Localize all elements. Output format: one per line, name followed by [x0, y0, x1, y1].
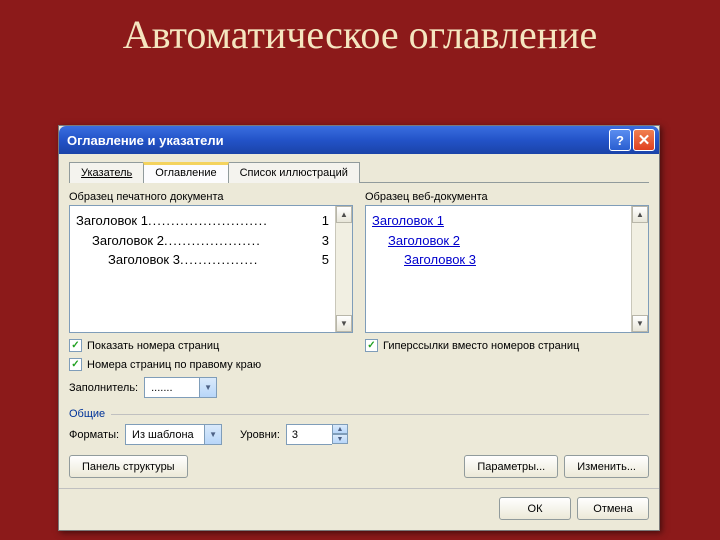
leader-label: Заполнитель:	[69, 382, 138, 394]
checkbox-show-pages[interactable]: ✓	[69, 339, 82, 352]
web-preview: Заголовок 1 Заголовок 2 Заголовок 3 ▲▼	[365, 205, 649, 333]
scrollbar[interactable]: ▲▼	[631, 206, 648, 332]
right-align-label: Номера страниц по правому краю	[87, 359, 261, 371]
tab-toc[interactable]: Оглавление	[143, 162, 228, 183]
print-preview: Заголовок 1..........................1 З…	[69, 205, 353, 333]
ok-button[interactable]: ОК	[499, 497, 571, 520]
chevron-down-icon[interactable]: ▼	[204, 425, 221, 444]
spin-up-icon[interactable]: ▲	[332, 424, 348, 434]
help-button[interactable]: ?	[609, 129, 631, 151]
scrollbar[interactable]: ▲▼	[335, 206, 352, 332]
checkbox-right-align[interactable]: ✓	[69, 358, 82, 371]
cancel-button[interactable]: Отмена	[577, 497, 649, 520]
chevron-down-icon[interactable]: ▼	[199, 378, 216, 397]
levels-label: Уровни:	[240, 429, 280, 441]
close-button[interactable]: ✕	[633, 129, 655, 151]
outline-button[interactable]: Панель структуры	[69, 455, 188, 478]
levels-input[interactable]: 3	[286, 424, 332, 445]
tab-strip: Указатель Оглавление Список иллюстраций	[69, 162, 649, 183]
leader-combo[interactable]: .......▼	[144, 377, 217, 398]
show-pages-label: Показать номера страниц	[87, 340, 219, 352]
group-general: Общие	[69, 408, 649, 420]
scroll-up-icon[interactable]: ▲	[632, 206, 648, 223]
print-preview-label: Образец печатного документа	[69, 191, 353, 203]
spin-down-icon[interactable]: ▼	[332, 434, 348, 444]
checkbox-hyperlinks[interactable]: ✓	[365, 339, 378, 352]
modify-button[interactable]: Изменить...	[564, 455, 649, 478]
scroll-up-icon[interactable]: ▲	[336, 206, 352, 223]
dialog-title: Оглавление и указатели	[63, 133, 609, 148]
tab-figures[interactable]: Список иллюстраций	[228, 162, 360, 183]
web-preview-label: Образец веб-документа	[365, 191, 649, 203]
slide-title: Автоматическое оглавление	[0, 0, 720, 58]
titlebar: Оглавление и указатели ? ✕	[59, 126, 659, 154]
params-button[interactable]: Параметры...	[464, 455, 558, 478]
tab-index[interactable]: Указатель	[69, 162, 144, 183]
hyperlinks-label: Гиперссылки вместо номеров страниц	[383, 340, 579, 352]
scroll-down-icon[interactable]: ▼	[336, 315, 352, 332]
scroll-down-icon[interactable]: ▼	[632, 315, 648, 332]
formats-combo[interactable]: Из шаблона▼	[125, 424, 222, 445]
formats-label: Форматы:	[69, 429, 119, 441]
dialog-toc: Оглавление и указатели ? ✕ Указатель Огл…	[58, 125, 660, 531]
